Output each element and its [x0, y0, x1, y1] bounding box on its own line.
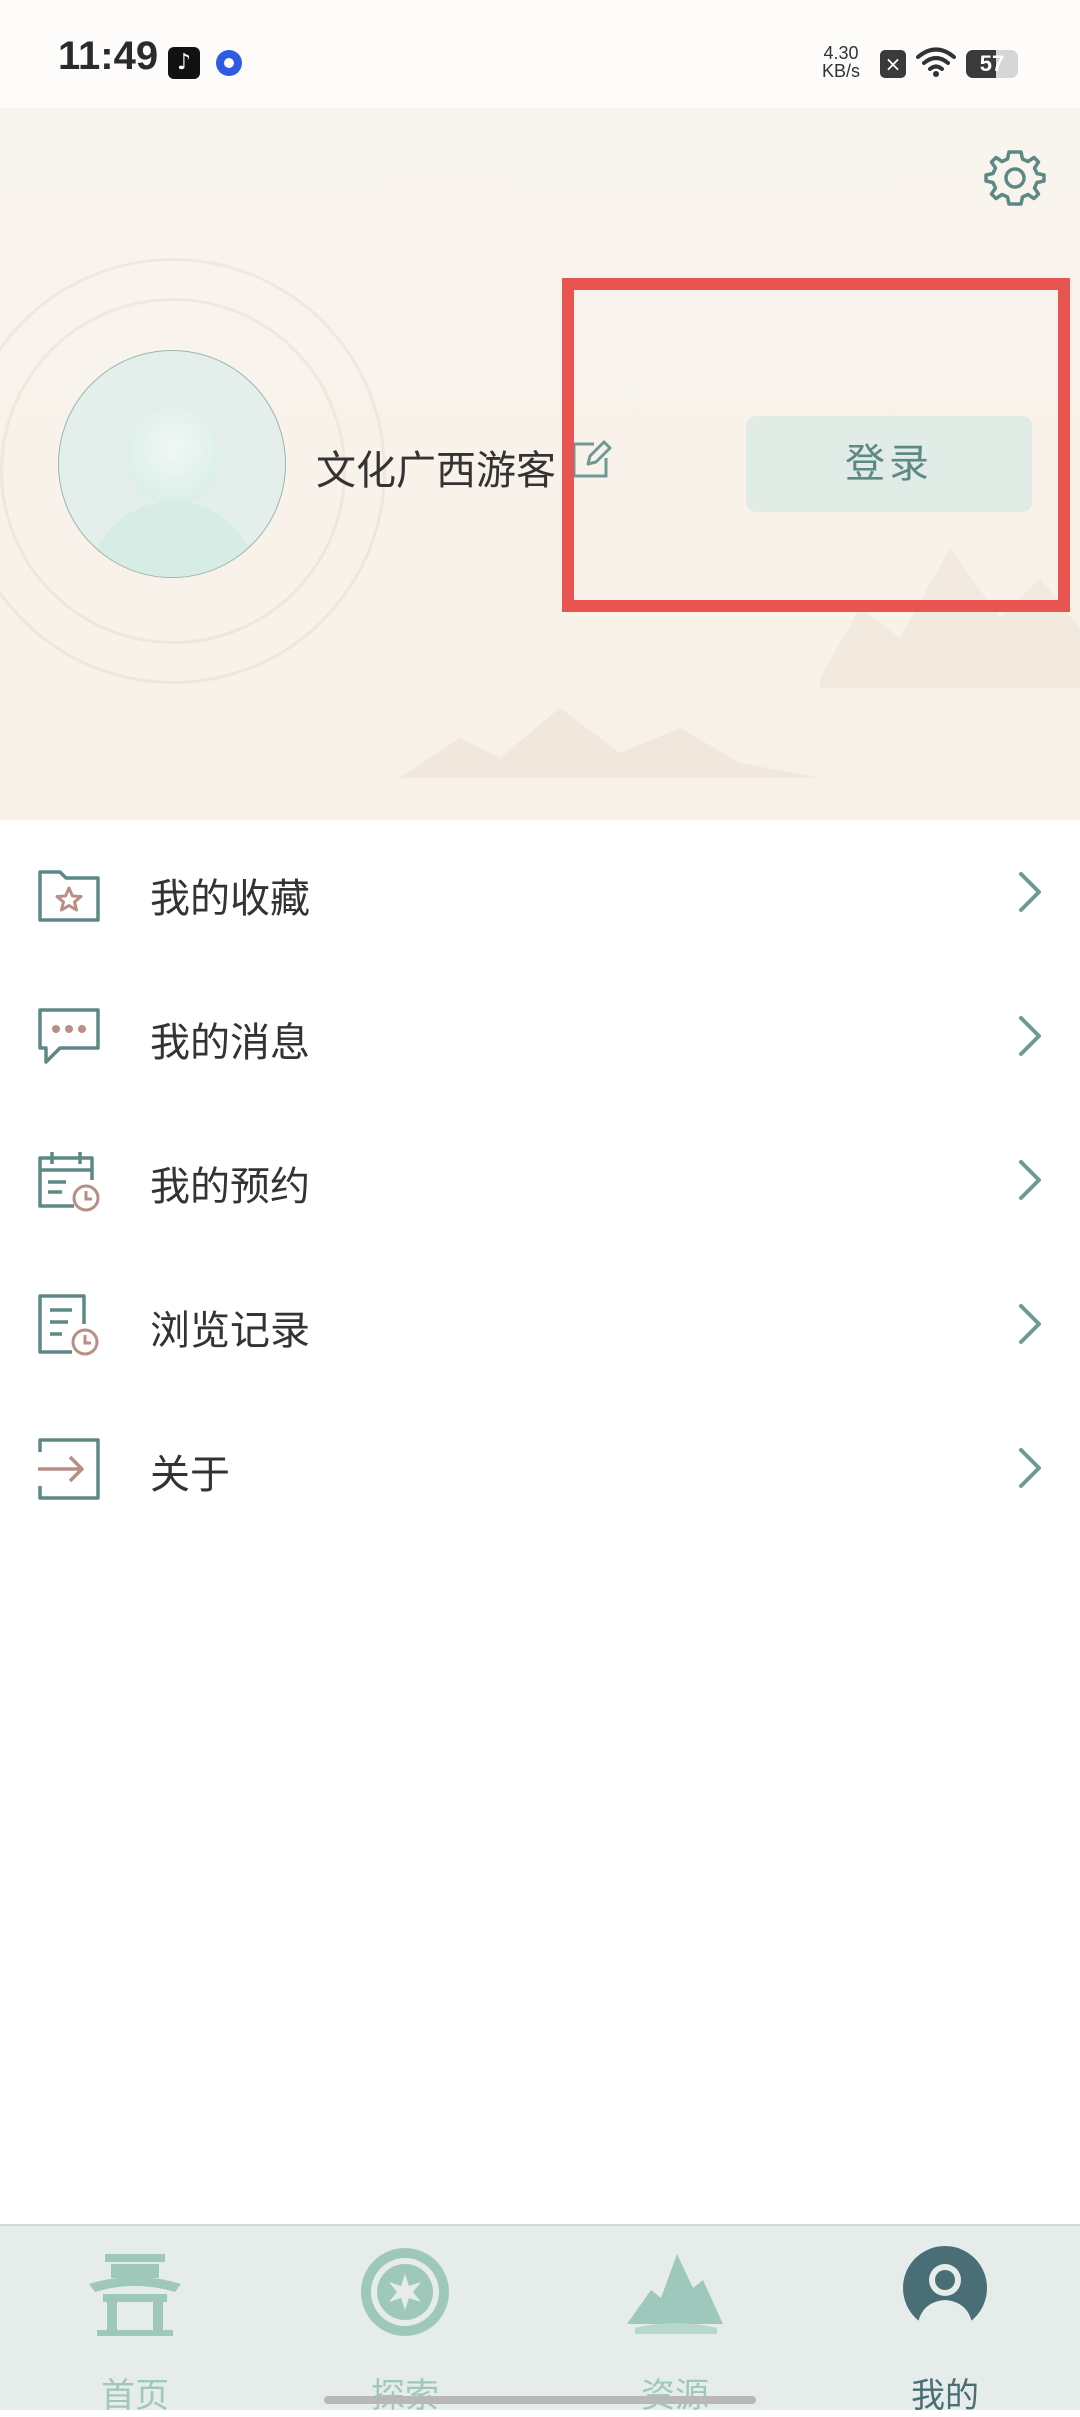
- menu-item-messages[interactable]: 我的消息: [0, 964, 1080, 1108]
- network-speed-value: 4.30: [823, 43, 859, 63]
- highlight-annotation-box: [562, 278, 1070, 612]
- menu-item-about[interactable]: 关于: [0, 1396, 1080, 1540]
- notification-app-icon: [216, 50, 242, 76]
- menu-item-label: 我的消息: [150, 1020, 310, 1066]
- tab-resources[interactable]: 资源: [540, 2226, 810, 2416]
- favorites-folder-star-icon: [38, 870, 100, 922]
- tab-label: 资源: [540, 2368, 810, 2417]
- chevron-right-icon: [1019, 1016, 1041, 1056]
- avatar[interactable]: [58, 350, 286, 578]
- arrow-into-box-icon: [38, 1438, 100, 1500]
- tab-label-active: 我的: [911, 2376, 979, 2416]
- status-bar: 11:49 ♪ 4.30 KB/s × 57: [0, 0, 1080, 108]
- menu-item-label: 我的收藏: [150, 876, 310, 922]
- compass-sun-icon: [361, 2248, 449, 2336]
- tab-label: 首页: [101, 2376, 169, 2416]
- calendar-clock-icon: [38, 1152, 100, 1212]
- tab-mine[interactable]: 我的: [810, 2226, 1080, 2416]
- home-indicator: [324, 2396, 756, 2404]
- chevron-right-icon: [1019, 1160, 1041, 1200]
- status-time: 11:49: [58, 34, 159, 78]
- menu-item-reservations[interactable]: 我的预约: [0, 1108, 1080, 1252]
- battery-level: 57: [979, 51, 1005, 76]
- menu-item-label: 浏览记录: [150, 1308, 310, 1354]
- menu-item-label: 关于: [150, 1452, 230, 1498]
- menu-item-label: 我的预约: [150, 1164, 310, 1210]
- chevron-right-icon: [1019, 1304, 1041, 1344]
- tab-label: 探索: [270, 2368, 540, 2417]
- message-bubble-icon: [38, 1008, 100, 1064]
- battery-icon: 57: [966, 50, 1018, 78]
- avatar-head: [125, 409, 221, 505]
- chevron-right-icon: [1019, 872, 1041, 912]
- pavilion-icon: [89, 2254, 181, 2336]
- bottom-tab-bar: 首页 探索 资源 我的: [0, 2224, 1080, 2416]
- mountains-icon: [627, 2254, 723, 2334]
- wifi-icon: [916, 47, 956, 77]
- chevron-right-icon: [1019, 1448, 1041, 1488]
- person-icon: [903, 2246, 987, 2330]
- avatar-body: [89, 501, 257, 577]
- no-sim-icon: ×: [880, 50, 906, 78]
- history-document-clock-icon: [38, 1294, 99, 1356]
- tab-home[interactable]: 首页: [0, 2226, 270, 2416]
- menu-item-history[interactable]: 浏览记录: [0, 1252, 1080, 1396]
- decorative-mountains: [400, 708, 820, 778]
- network-speed-unit: KB/s: [822, 61, 861, 81]
- network-speed: 4.30 KB/s: [822, 44, 860, 80]
- profile-header: 文化广西游客 登录: [0, 108, 1080, 820]
- tiktok-icon: ♪: [168, 47, 200, 79]
- menu-item-favorites[interactable]: 我的收藏: [0, 820, 1080, 964]
- settings-gear-icon[interactable]: [984, 146, 1046, 208]
- username: 文化广西游客: [316, 448, 556, 494]
- tab-explore[interactable]: 探索: [270, 2226, 540, 2416]
